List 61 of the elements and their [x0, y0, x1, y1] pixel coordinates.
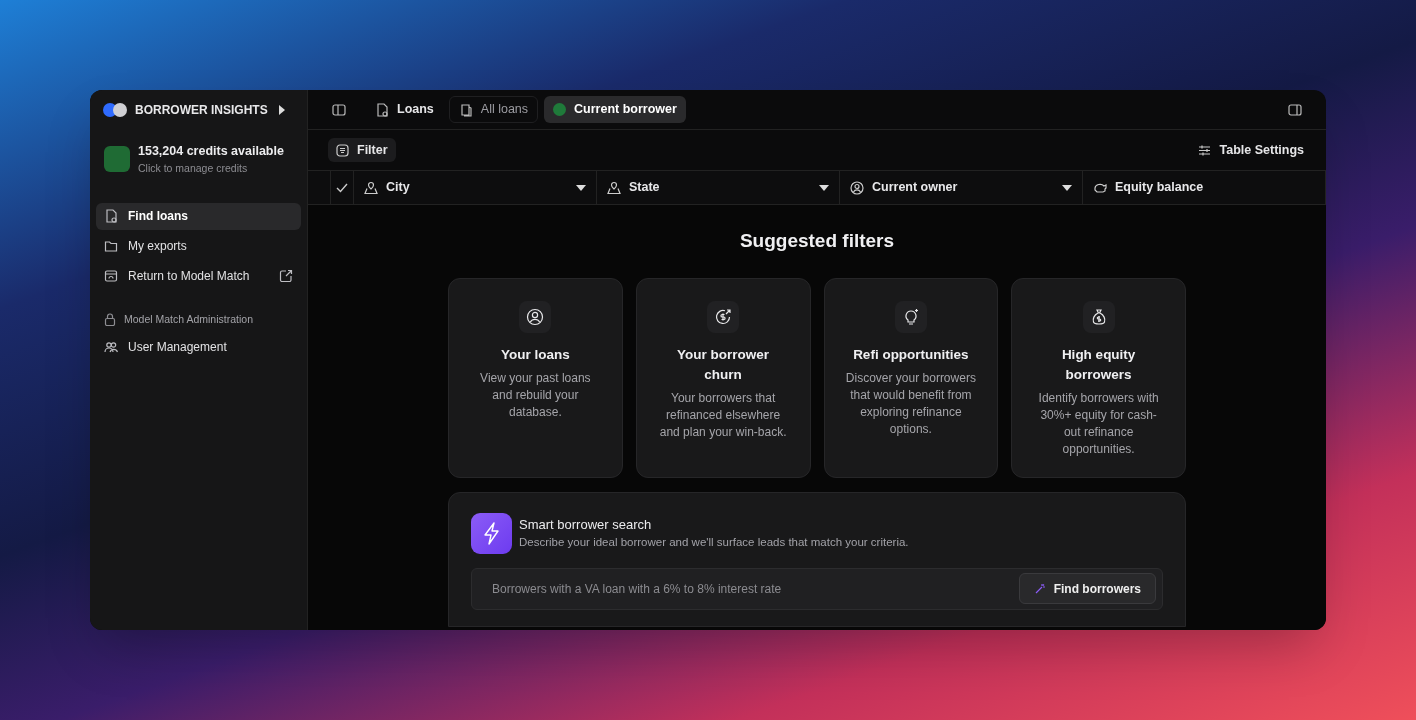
card-title: Refi opportunities: [853, 345, 969, 364]
sliders-icon: [1198, 143, 1212, 157]
dropdown-caret-icon: [1062, 184, 1072, 191]
user-circle-icon: [526, 307, 545, 326]
users-icon: [104, 339, 118, 354]
suggestion-card[interactable]: Your borrower churn Your borrowers that refinanced elsewhere and plan your win-back.: [635, 277, 811, 478]
column-header[interactable]: Equity balance: [1083, 171, 1326, 204]
map-pin-icon: [607, 180, 621, 195]
smart-search-description: Describe your ideal borrower and we'll surface leads that match your criteria.: [519, 535, 909, 551]
card-title: High equity borrowers: [1060, 345, 1137, 384]
card-title: Your borrower churn: [676, 345, 771, 384]
card-title: Your loans: [501, 345, 570, 364]
user-circle-icon: [850, 180, 864, 195]
credits-title: 153,204 credits available: [138, 143, 284, 160]
panel-toggle-icon[interactable]: [1288, 103, 1302, 116]
card-description: Identify borrowers with 30%+ equity for cash-out refinance opportunities.: [1037, 389, 1160, 458]
sidebar-toggle-icon[interactable]: [332, 103, 346, 116]
dropdown-caret-icon: [576, 184, 586, 191]
column-header[interactable]: City: [354, 171, 597, 204]
credits-button[interactable]: 153,204 credits available Click to manage credits: [96, 142, 301, 177]
table-settings-button[interactable]: Table Settings: [1198, 140, 1304, 160]
document-icon: [104, 209, 118, 223]
caret-right-icon: [278, 105, 286, 115]
toggle-logo-icon: [103, 103, 127, 117]
card-description: Your borrowers that refinanced elsewhere and plan your win-back.: [658, 389, 788, 441]
nav-item[interactable]: User Management: [96, 333, 301, 361]
external-link-icon: [279, 269, 293, 283]
filter-icon: [336, 143, 349, 157]
card-description: View your past loans and rebuild your database.: [479, 369, 592, 421]
suggestion-card[interactable]: Your loans View your past loans and rebuild your database.: [448, 277, 623, 478]
column-header[interactable]: State: [597, 171, 840, 204]
pages-icon: [458, 102, 473, 117]
expand-button[interactable]: [278, 105, 286, 115]
map-pin-icon: [364, 180, 378, 195]
find-borrowers-button[interactable]: Find borrowers: [1018, 573, 1156, 604]
lightning-icon: [471, 512, 512, 554]
suggestion-card[interactable]: Refi opportunities Discover your borrowers that would benefit from exploring refinance options.: [823, 277, 999, 478]
filter-button[interactable]: Filter: [328, 138, 396, 162]
search-field[interactable]: Borrowers with a VA loan with a 6% to 8% interest rate Find borrowers: [471, 567, 1163, 610]
dollar-arrow-icon: [714, 307, 733, 326]
nav-item[interactable]: Return to Model Match: [96, 262, 301, 290]
card-description: Discover your borrowers that would benefit from exploring refinance options.: [844, 369, 977, 438]
tab[interactable]: Loans: [366, 96, 443, 123]
dropdown-caret-icon: [819, 184, 829, 191]
lock-icon: [104, 312, 116, 326]
suggestion-card[interactable]: High equity borrowers Identify borrowers with 30%+ equity for cash-out refinance opportunities.: [1011, 277, 1186, 478]
section-title: Model Match Administration: [124, 311, 253, 327]
smart-search-title: Smart borrower search: [519, 515, 653, 534]
document-icon: [375, 102, 389, 117]
app-title: BORROWER INSIGHTS: [135, 102, 268, 119]
tab[interactable]: All loans: [448, 96, 539, 123]
credits-icon: [104, 146, 130, 173]
nav-item[interactable]: Find loans: [96, 202, 301, 230]
nav-item[interactable]: My exports: [96, 232, 301, 260]
section-heading: Suggested filters: [739, 229, 895, 253]
column-header[interactable]: Current owner: [840, 171, 1083, 204]
checkmark-icon[interactable]: [335, 182, 348, 193]
tab[interactable]: Current borrower: [544, 96, 686, 123]
credits-subtitle: Click to manage credits: [138, 160, 249, 176]
folder-icon: [104, 239, 118, 253]
window-icon: [104, 269, 118, 283]
